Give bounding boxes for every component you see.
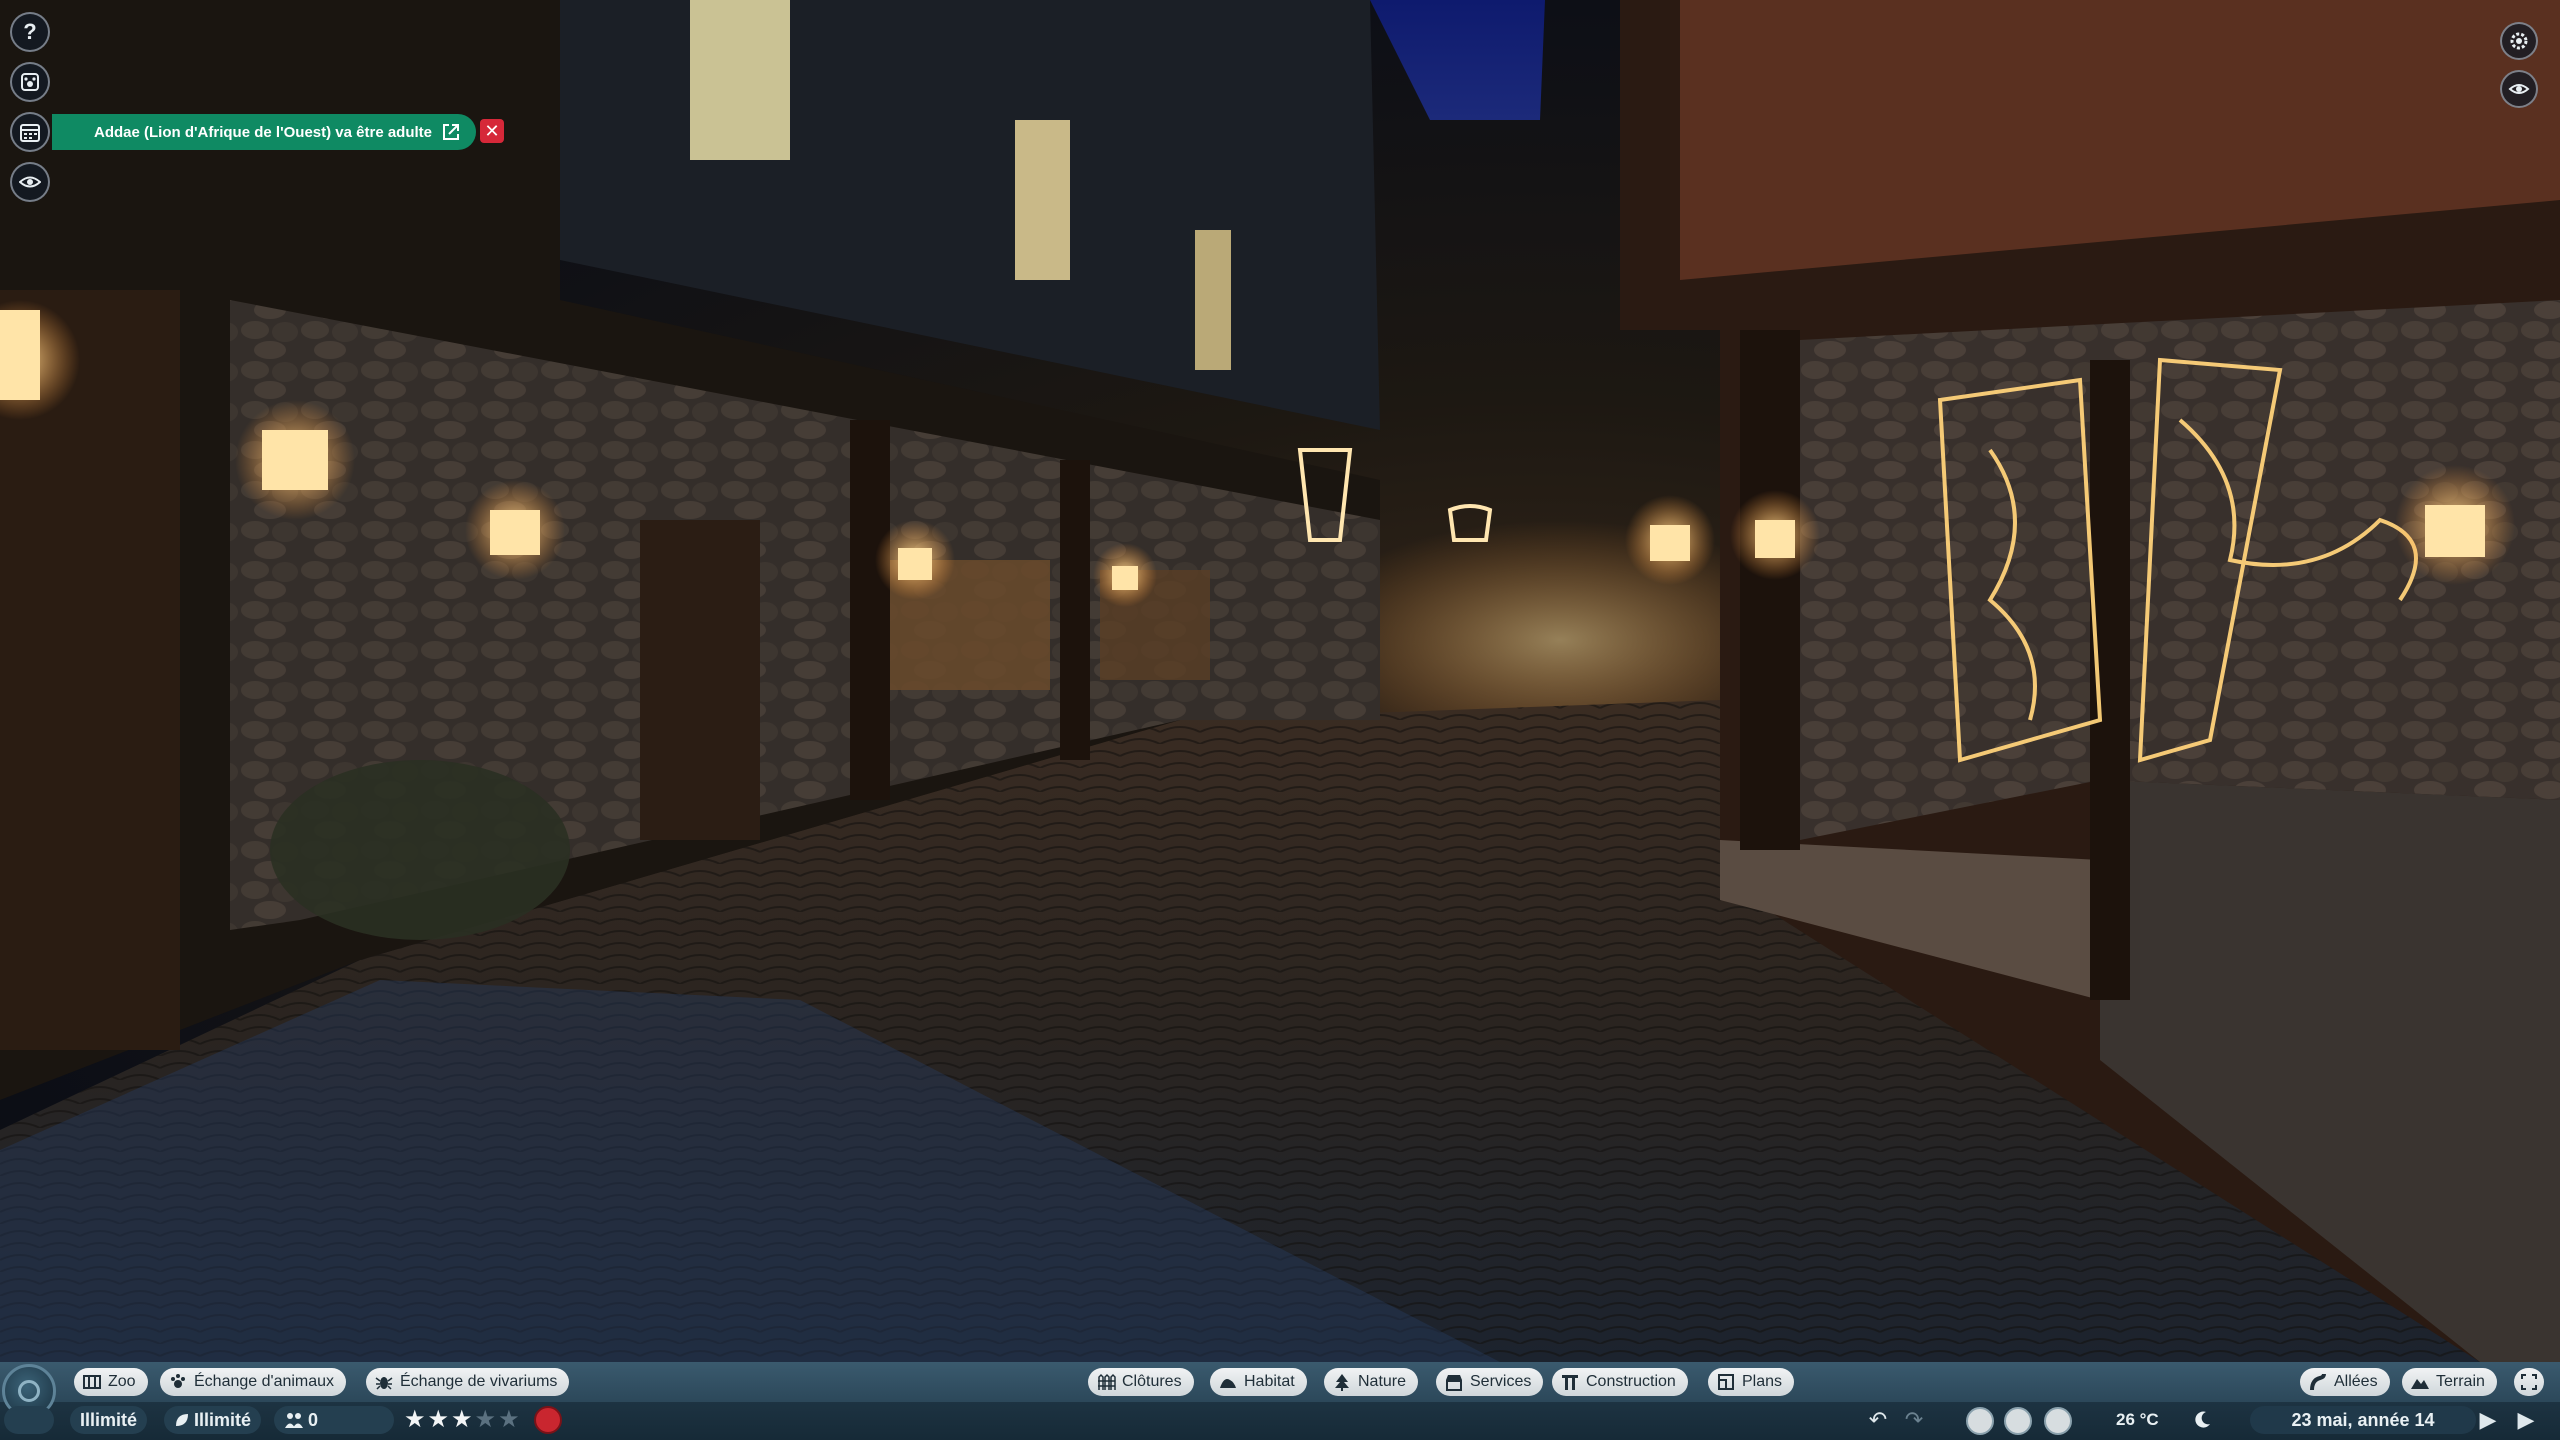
undo-icon: ↶ [1868, 1407, 1888, 1432]
calendar-icon [20, 124, 40, 142]
speed-prev-button[interactable]: ▶ [2472, 1404, 2504, 1436]
shop-icon [1446, 1375, 1462, 1391]
paw-icon [171, 1374, 185, 1388]
tree-icon [1335, 1374, 1349, 1391]
tab-paths[interactable]: Allées [2300, 1368, 2390, 1396]
calendar-button[interactable] [10, 112, 50, 152]
star-filled-icon: ★ [451, 1406, 473, 1433]
fence-icon [1098, 1373, 1116, 1390]
menu-toggle[interactable] [4, 1406, 54, 1434]
tab-label: Terrain [2436, 1373, 2485, 1390]
tab-label: Habitat [1244, 1373, 1295, 1390]
notification-close-button[interactable]: ✕ [480, 119, 504, 143]
game-viewport[interactable] [0, 0, 2560, 1440]
visibility-button[interactable] [10, 162, 50, 202]
path-icon [2310, 1373, 2326, 1391]
star-filled-icon: ★ [404, 1406, 426, 1433]
temperature-display: 26 °C [2106, 1406, 2169, 1434]
external-link-icon[interactable] [440, 121, 462, 143]
street-scene [0, 0, 2560, 1362]
redo-icon: ↷ [1904, 1407, 1924, 1432]
animals-overview-button[interactable] [10, 62, 50, 102]
bug-icon [375, 1377, 393, 1390]
overlay-button[interactable] [1966, 1407, 1994, 1435]
date-display[interactable]: 23 mai, année 14 [2250, 1406, 2476, 1434]
camera-view-button[interactable] [2500, 70, 2538, 108]
fast-forward-icon: ▶ [2517, 1407, 2535, 1432]
zoo-rating[interactable]: ★ ★ ★ ★ ★ [404, 1407, 520, 1433]
tab-animal-trade[interactable]: Échange d'animaux [160, 1368, 347, 1396]
tab-terrain[interactable]: Terrain [2402, 1368, 2497, 1396]
close-icon: ✕ [484, 120, 500, 141]
notification-message: Addae (Lion d'Afrique de l'Ouest) va êtr… [94, 123, 433, 141]
tab-label: Clôtures [1122, 1373, 1182, 1390]
tab-label: Échange de vivariums [400, 1373, 558, 1390]
help-label: ? [23, 19, 37, 44]
tab-construction[interactable]: Construction [1552, 1368, 1688, 1396]
guest-count-display[interactable]: 0 [274, 1406, 394, 1434]
star-filled-icon: ★ [427, 1406, 450, 1433]
help-button[interactable]: ? [10, 12, 50, 52]
money-value: Illimité [80, 1409, 138, 1430]
star-empty-icon: ★ [474, 1406, 497, 1433]
star-empty-icon: ★ [498, 1406, 520, 1433]
speed-next-button[interactable]: ▶ [2510, 1404, 2542, 1436]
paw-icon [21, 73, 39, 91]
tab-habitat[interactable]: Habitat [1210, 1368, 1307, 1396]
guest-count: 0 [308, 1409, 319, 1430]
settings-button[interactable] [2500, 22, 2538, 60]
habitat-icon [1220, 1379, 1236, 1388]
money-display[interactable]: Illimité [70, 1406, 148, 1434]
zoo-icon [83, 1375, 101, 1389]
gear-icon [2510, 32, 2528, 50]
tab-fences[interactable]: Clôtures [1088, 1368, 1194, 1396]
guests-icon [285, 1413, 303, 1428]
play-icon: ▶ [2479, 1407, 2497, 1432]
notification-banner[interactable]: Addae (Lion d'Afrique de l'Ouest) va êtr… [52, 114, 476, 150]
camera-button[interactable] [2004, 1407, 2032, 1435]
tab-label: Échange d'animaux [194, 1373, 335, 1390]
tab-vivarium-trade[interactable]: Échange de vivariums [366, 1368, 570, 1396]
photo-button[interactable] [2044, 1407, 2072, 1435]
tab-zoo[interactable]: Zoo [74, 1368, 148, 1396]
tab-label: Plans [1742, 1373, 1783, 1390]
blueprint-icon [1718, 1374, 1734, 1390]
tab-label: Services [1470, 1373, 1532, 1390]
moon-icon [2195, 1411, 2210, 1428]
leaf-icon [176, 1414, 188, 1426]
tab-nature[interactable]: Nature [1324, 1368, 1419, 1396]
tab-services[interactable]: Services [1436, 1368, 1544, 1396]
date-value: 23 mai, année 14 [2291, 1409, 2435, 1430]
redo-button[interactable]: ↷ [1898, 1404, 1930, 1436]
tab-label: Nature [1358, 1373, 1407, 1390]
construction-icon [1562, 1375, 1578, 1390]
time-of-day-button[interactable] [2186, 1404, 2218, 1436]
guest-mood-icon[interactable] [534, 1406, 562, 1434]
terrain-icon [2411, 1379, 2429, 1389]
research-value: Illimité [194, 1409, 252, 1430]
tab-label: Construction [1586, 1373, 1676, 1390]
tab-plans[interactable]: Plans [1708, 1368, 1795, 1396]
eye-icon [19, 176, 41, 188]
undo-button[interactable]: ↶ [1862, 1404, 1894, 1436]
view-icon [2508, 84, 2530, 94]
temperature-value: 26 °C [2116, 1410, 2159, 1429]
tab-label: Zoo [108, 1373, 136, 1390]
research-display[interactable]: Illimité [164, 1406, 262, 1434]
tab-label: Allées [2334, 1373, 2378, 1390]
expand-toolbar-button[interactable] [2514, 1368, 2544, 1396]
expand-icon [2521, 1374, 2537, 1390]
